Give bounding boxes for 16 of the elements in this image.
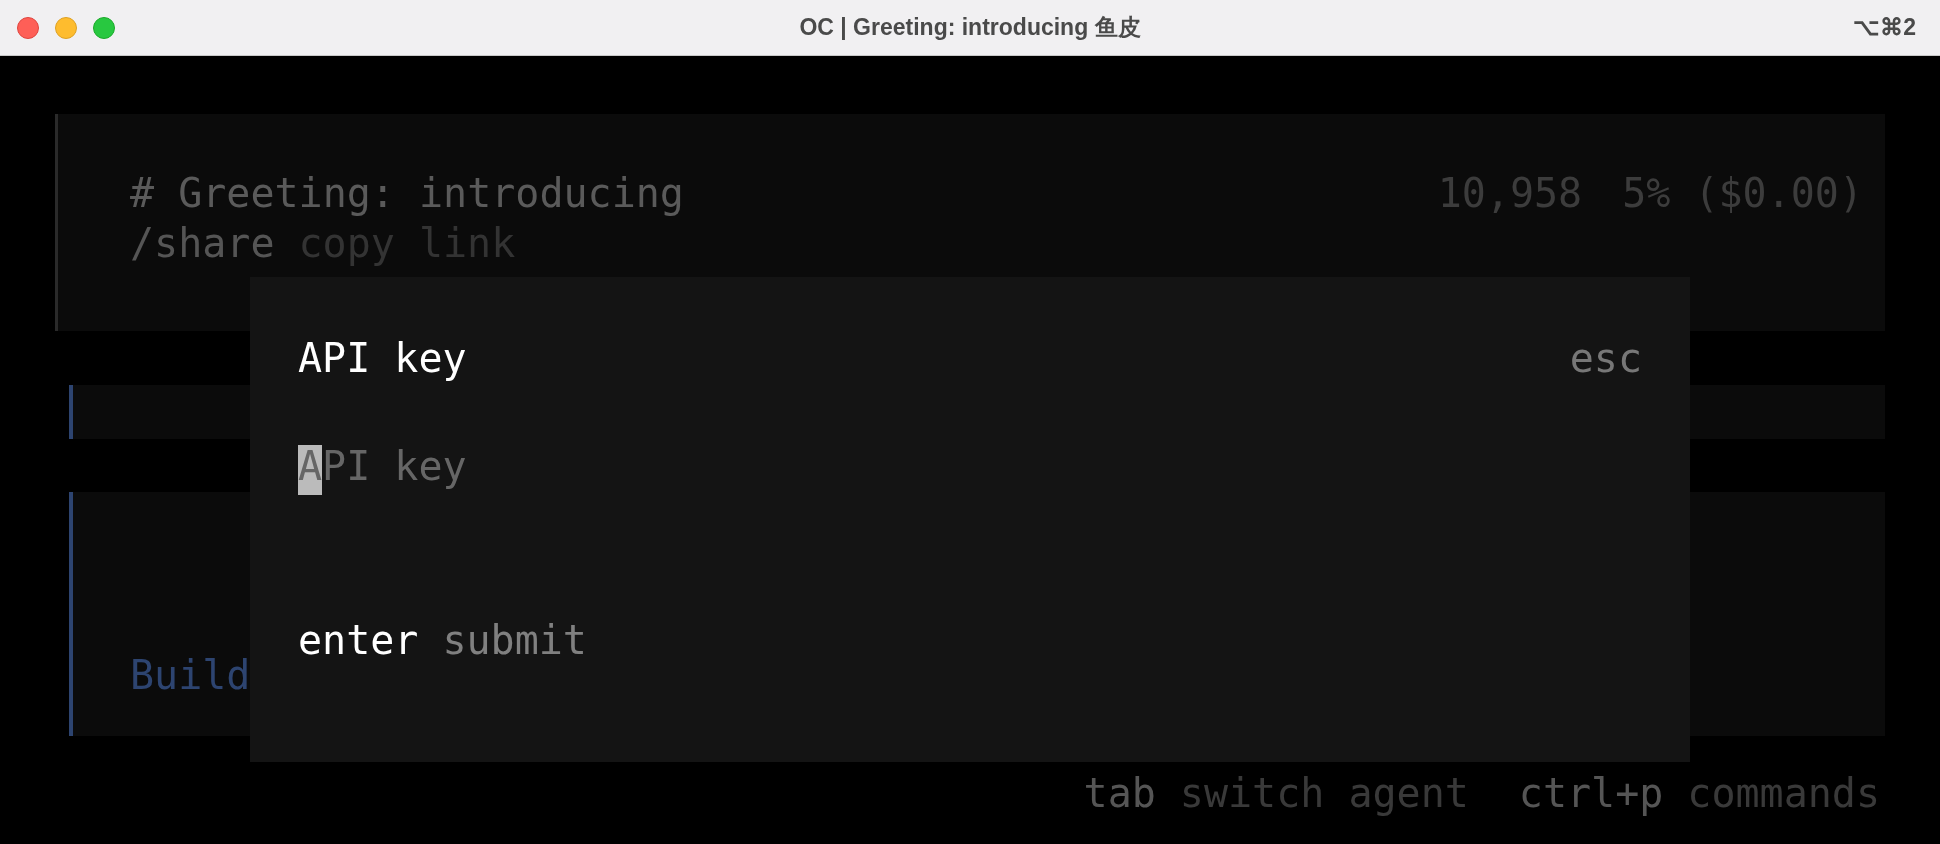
dialog-title: API key xyxy=(298,334,467,383)
close-hint[interactable]: esc xyxy=(1569,333,1642,383)
share-command[interactable]: /share xyxy=(130,218,275,268)
zoom-button[interactable] xyxy=(93,16,115,39)
shortcut-label: switch agent xyxy=(1179,769,1469,818)
session-title: # Greeting: introducing xyxy=(130,169,684,218)
window-shortcut: ⌥⌘2 xyxy=(1853,14,1916,41)
submit-key: enter xyxy=(298,615,419,665)
minimize-button[interactable] xyxy=(55,16,77,39)
submit-hint: submit xyxy=(442,616,587,665)
close-button[interactable] xyxy=(17,16,39,39)
shortcut-label: commands xyxy=(1687,769,1880,818)
shortcut-key: tab xyxy=(1083,768,1156,818)
shortcut-key: ctrl+p xyxy=(1518,768,1664,818)
window-title: OC | Greeting: introducing 鱼皮 xyxy=(799,13,1141,42)
agent-label: Build xyxy=(130,652,251,698)
